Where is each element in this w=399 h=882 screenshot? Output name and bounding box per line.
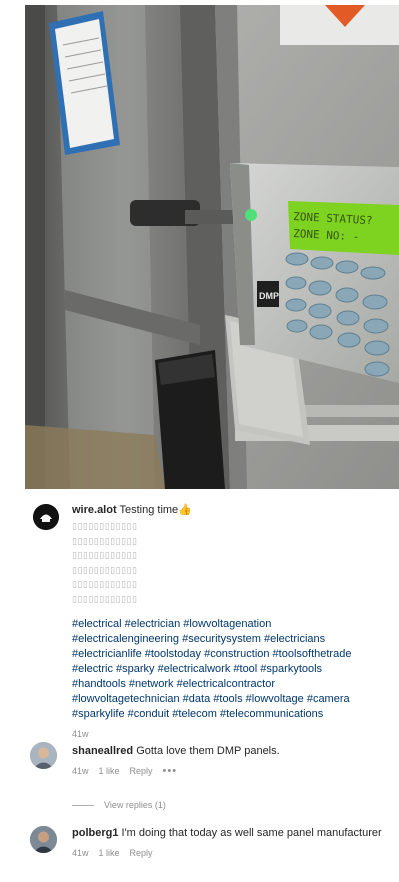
comment-likes[interactable]: 1 like bbox=[99, 764, 120, 778]
comment-reply-button[interactable]: Reply bbox=[130, 846, 153, 860]
comment-item: shaneallred Gotta love them DMP panels. … bbox=[72, 744, 392, 778]
caption-text: Testing time bbox=[119, 504, 179, 516]
comment-text: I'm doing that today as well same panel … bbox=[121, 827, 382, 839]
author-avatar[interactable] bbox=[33, 504, 59, 530]
view-replies-divider bbox=[72, 804, 94, 806]
comment-likes[interactable]: 1 like bbox=[99, 846, 120, 860]
view-replies-label: View replies (1) bbox=[104, 800, 166, 810]
placeholder-line: ▯▯▯▯▯▯▯▯▯▯▯▯ bbox=[72, 564, 138, 575]
hashtag-line[interactable]: #electricianlife #toolstoday #constructi… bbox=[72, 647, 392, 662]
placeholder-lines: ▯▯▯▯▯▯▯▯▯▯▯▯ ▯▯▯▯▯▯▯▯▯▯▯▯ ▯▯▯▯▯▯▯▯▯▯▯▯ ▯… bbox=[72, 519, 392, 606]
hashtag-line[interactable]: #electric #sparky #electricalwork #tool … bbox=[72, 662, 392, 677]
post-details: wire.alot Testing time👍 ▯▯▯▯▯▯▯▯▯▯▯▯ ▯▯▯… bbox=[25, 489, 399, 882]
thumbs-up-emoji-icon: 👍 bbox=[178, 504, 192, 516]
hashtag-line[interactable]: #lowvoltagetechnician #data #tools #lowv… bbox=[72, 692, 392, 707]
post-timestamp[interactable]: 41w bbox=[72, 727, 392, 741]
comment-meta: 41w 1 like Reply bbox=[72, 846, 392, 860]
hashtag-line[interactable]: #electrical #electrician #lowvoltagenati… bbox=[72, 617, 392, 632]
more-options-icon[interactable]: ••• bbox=[163, 764, 178, 778]
comment-time[interactable]: 41w bbox=[72, 764, 89, 778]
placeholder-line: ▯▯▯▯▯▯▯▯▯▯▯▯ bbox=[72, 535, 138, 546]
author-username[interactable]: wire.alot bbox=[72, 504, 117, 516]
placeholder-line: ▯▯▯▯▯▯▯▯▯▯▯▯ bbox=[72, 579, 138, 589]
comment-item: polberg1 I'm doing that today as well sa… bbox=[72, 826, 392, 860]
comment-username[interactable]: polberg1 bbox=[72, 827, 118, 839]
commenter-avatar[interactable] bbox=[30, 742, 57, 769]
placeholder-line: ▯▯▯▯▯▯▯▯▯▯▯▯ bbox=[72, 593, 138, 604]
hashtag-line[interactable]: #handtools #network #electricalcontracto… bbox=[72, 677, 392, 692]
comment-text: Gotta love them DMP panels. bbox=[136, 745, 280, 757]
hashtag-line[interactable]: #electricalengineering #securitysystem #… bbox=[72, 632, 392, 647]
post-photo[interactable]: ZONE STATUS? ZONE NO: - DMP bbox=[25, 5, 399, 489]
hashtag-line[interactable]: #sparkylife #conduit #telecom #telecommu… bbox=[72, 707, 392, 722]
placeholder-line: ▯▯▯▯▯▯▯▯▯▯▯▯ bbox=[72, 521, 138, 531]
comment-meta: 41w 1 like Reply ••• bbox=[72, 764, 392, 778]
comment-time[interactable]: 41w bbox=[72, 846, 89, 860]
placeholder-line: ▯▯▯▯▯▯▯▯▯▯▯▯ bbox=[72, 550, 138, 560]
post-caption: wire.alot Testing time👍 ▯▯▯▯▯▯▯▯▯▯▯▯ ▯▯▯… bbox=[72, 503, 392, 741]
dmp-logo: DMP bbox=[259, 291, 279, 301]
commenter-avatar[interactable] bbox=[30, 826, 57, 853]
commenter-avatar-photo-icon bbox=[30, 826, 57, 853]
comment-username[interactable]: shaneallred bbox=[72, 745, 133, 757]
hashtags: #electrical #electrician #lowvoltagenati… bbox=[72, 617, 392, 722]
commenter-avatar-photo-icon bbox=[30, 742, 57, 769]
author-avatar-logo-icon bbox=[33, 504, 59, 530]
view-replies-button[interactable]: View replies (1) bbox=[72, 800, 166, 810]
comment-reply-button[interactable]: Reply bbox=[130, 764, 153, 778]
post-photo-illustration: ZONE STATUS? ZONE NO: - DMP bbox=[25, 5, 399, 489]
